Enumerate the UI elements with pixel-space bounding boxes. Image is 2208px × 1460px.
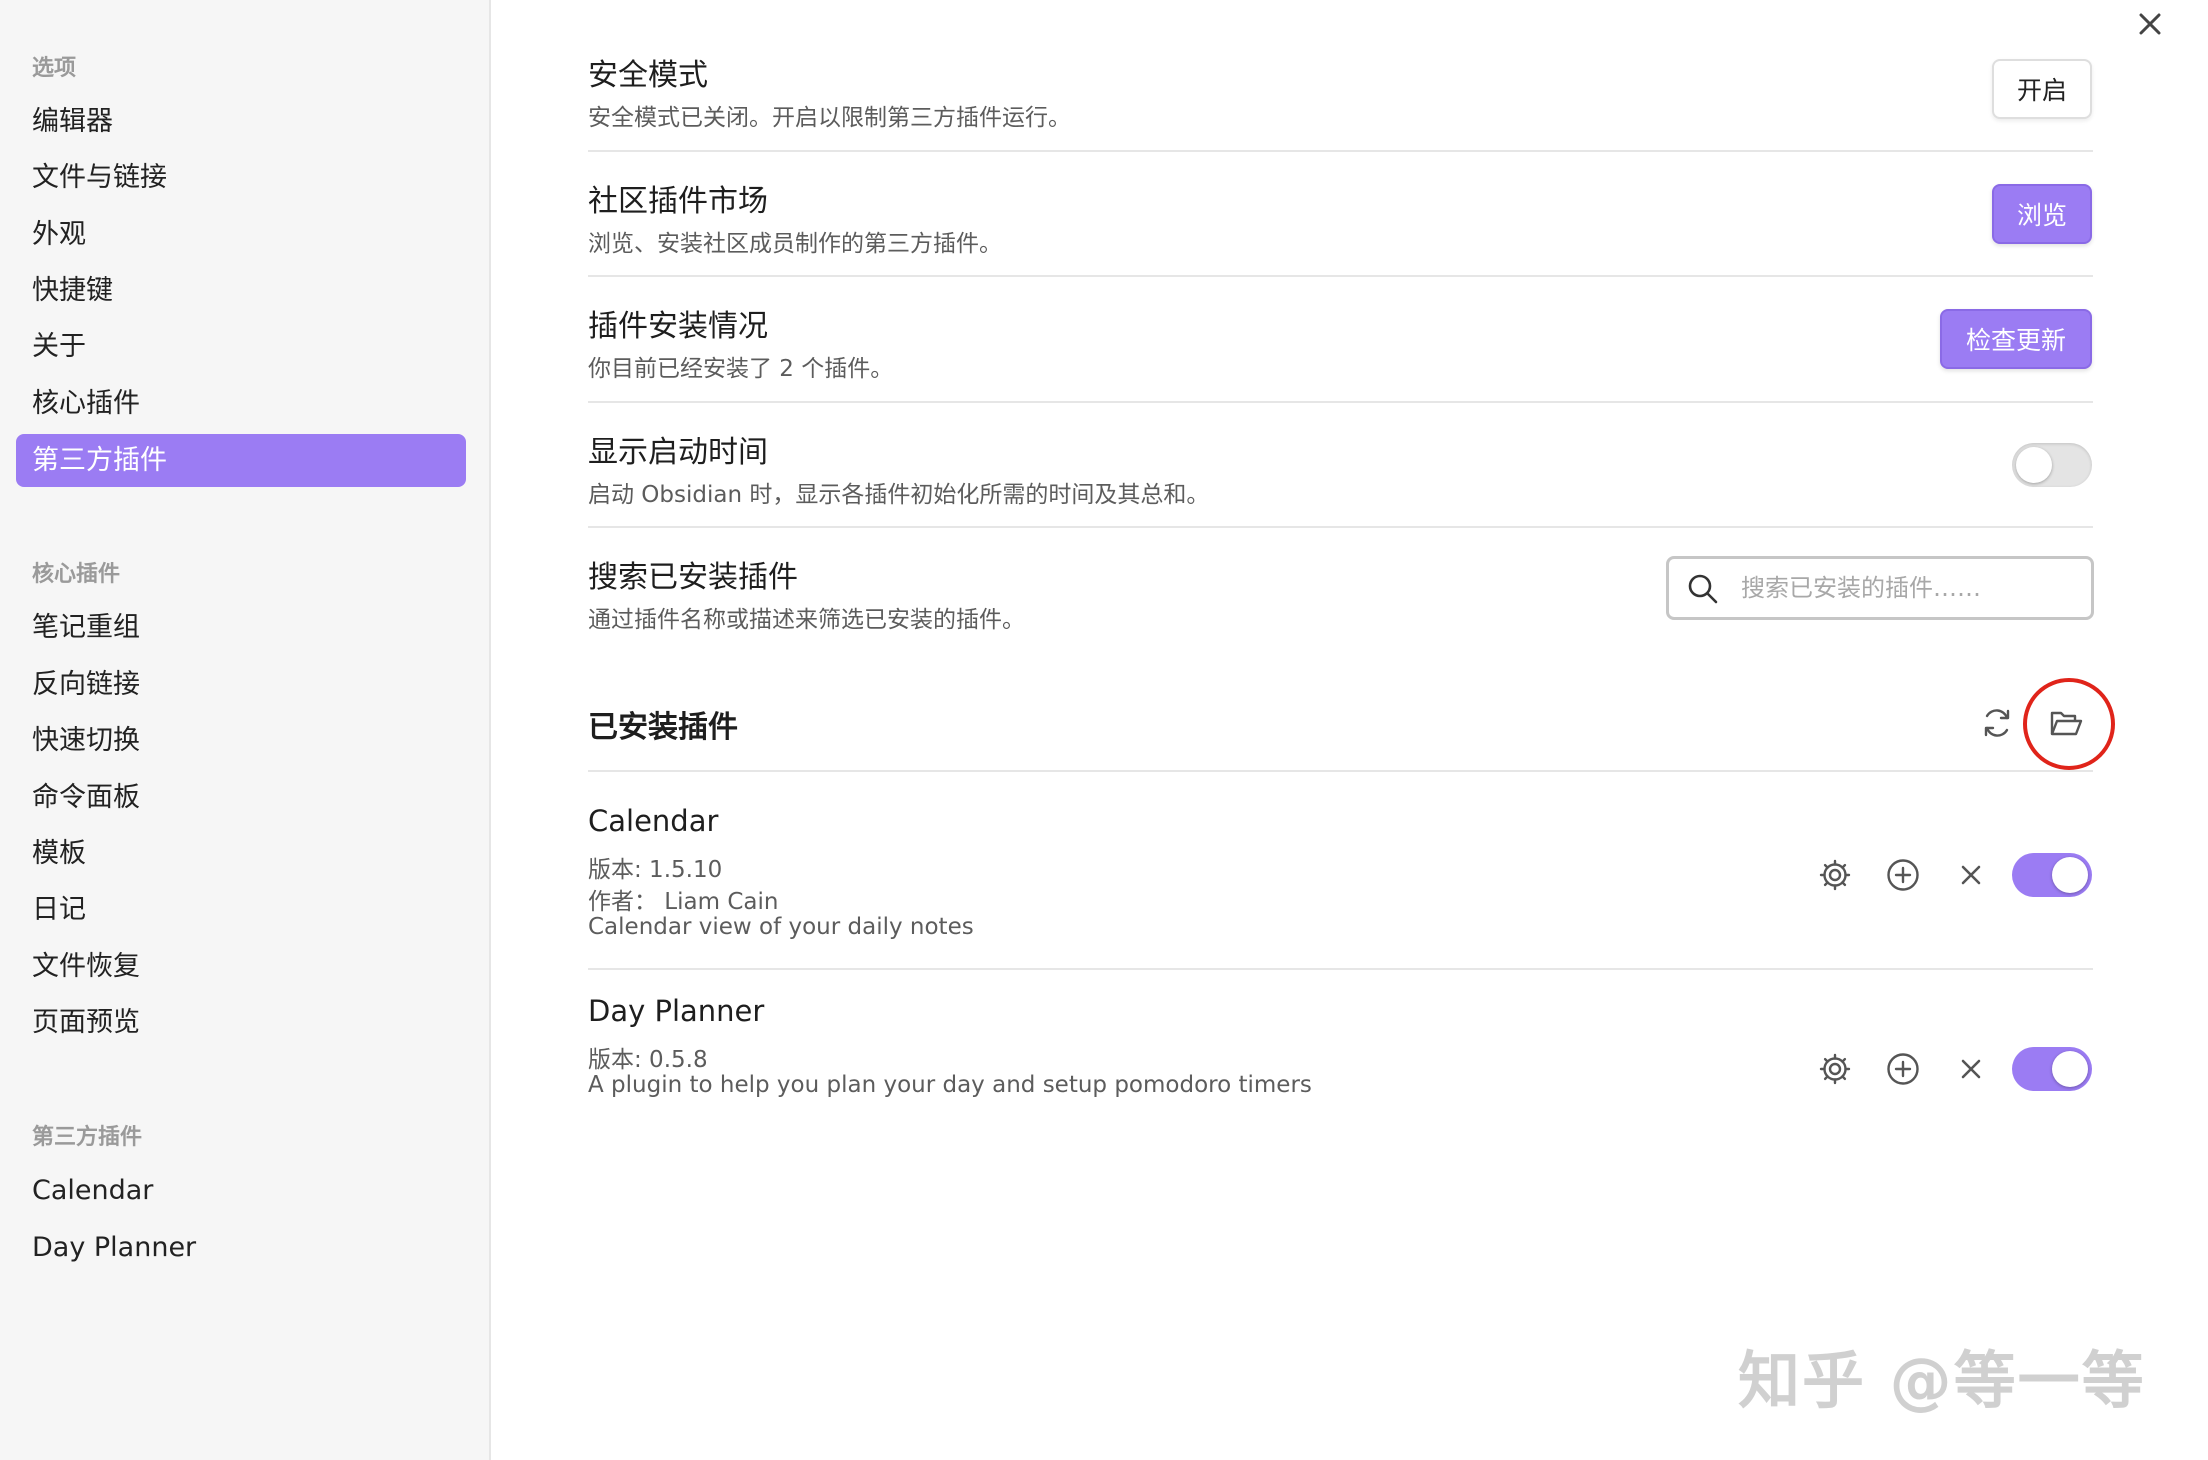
plugin-uninstall-button[interactable]: [1949, 853, 1993, 897]
sidebar-item-file-recovery[interactable]: 文件恢复: [16, 940, 466, 993]
sidebar-item-hotkeys[interactable]: 快捷键: [16, 264, 466, 317]
sidebar-item-files-links[interactable]: 文件与链接: [16, 151, 466, 204]
setting-description: 浏览、安装社区成员制作的第三方插件。: [588, 231, 1002, 257]
setting-name: 显示启动时间: [588, 435, 768, 470]
sidebar-item-quick-switcher[interactable]: 快速切换: [16, 714, 466, 767]
plus-circle-icon: [1887, 1053, 1919, 1085]
sidebar-heading-options: 选项: [32, 56, 77, 81]
setting-name: 社区插件市场: [588, 184, 768, 219]
reload-plugins-button[interactable]: [1975, 701, 2019, 745]
plugin-add-hotkey-button[interactable]: [1881, 853, 1925, 897]
setting-description: 启动 Obsidian 时，显示各插件初始化所需的时间及其总和。: [588, 482, 1210, 508]
toggle-knob: [2052, 1051, 2088, 1087]
close-button[interactable]: [2130, 4, 2170, 44]
plugin-enable-toggle[interactable]: [2012, 853, 2092, 897]
sidebar-item-day-planner[interactable]: Day Planner: [16, 1221, 466, 1274]
settings-sidebar: 选项 编辑器 文件与链接 外观 快捷键 关于 核心插件 第三方插件 核心插件 笔…: [0, 0, 491, 1460]
plugin-search-input[interactable]: [1741, 565, 2081, 611]
annotation-highlight-circle: [2023, 678, 2115, 770]
plugin-author: 作者： Liam Cain: [588, 889, 779, 915]
sidebar-heading-community-plugins: 第三方插件: [32, 1125, 143, 1150]
plugin-description: Calendar view of your daily notes: [588, 914, 974, 940]
setting-installed-status: 插件安装情况 你目前已经安装了 2 个插件。 检查更新: [588, 277, 2093, 403]
setting-community-market: 社区插件市场 浏览、安装社区成员制作的第三方插件。 浏览: [588, 152, 2093, 277]
setting-name: 搜索已安装插件: [588, 560, 798, 595]
plugin-uninstall-button[interactable]: [1949, 1047, 1993, 1091]
installed-plugins-title: 已安装插件: [588, 710, 738, 745]
sidebar-item-backlinks[interactable]: 反向链接: [16, 658, 466, 711]
gear-icon: [1819, 1053, 1851, 1085]
browse-button[interactable]: 浏览: [1992, 184, 2092, 244]
setting-description: 安全模式已关闭。开启以限制第三方插件运行。: [588, 105, 1071, 131]
setting-name: 插件安装情况: [588, 309, 768, 344]
plugin-search-box: [1666, 556, 2094, 620]
plugin-version: 版本: 1.5.10: [588, 857, 723, 883]
sidebar-item-core-plugins[interactable]: 核心插件: [16, 377, 466, 430]
toggle-knob: [2016, 447, 2052, 483]
sidebar-item-command-palette[interactable]: 命令面板: [16, 771, 466, 824]
check-updates-button[interactable]: 检查更新: [1940, 309, 2092, 369]
toggle-knob: [2052, 857, 2088, 893]
startup-time-toggle[interactable]: [2012, 443, 2092, 487]
setting-startup-time: 显示启动时间 启动 Obsidian 时，显示各插件初始化所需的时间及其总和。: [588, 403, 2093, 528]
sidebar-item-daily-notes[interactable]: 日记: [16, 883, 466, 936]
plus-circle-icon: [1887, 859, 1919, 891]
plugin-name: Calendar: [588, 804, 719, 838]
sidebar-item-editor[interactable]: 编辑器: [16, 95, 466, 148]
plugin-settings-button[interactable]: [1813, 853, 1857, 897]
close-icon: [2139, 13, 2161, 35]
plugin-item-calendar: Calendar 版本: 1.5.10 作者： Liam Cain Calend…: [588, 772, 2093, 970]
sidebar-heading-core-plugins: 核心插件: [32, 562, 121, 587]
sidebar-item-community-plugins[interactable]: 第三方插件: [16, 434, 466, 487]
watermark: 知乎 @等一等: [1738, 1344, 2146, 1417]
plugin-version: 版本: 0.5.8: [588, 1047, 708, 1073]
sidebar-item-calendar[interactable]: Calendar: [16, 1164, 466, 1217]
plugin-add-hotkey-button[interactable]: [1881, 1047, 1925, 1091]
x-icon: [1961, 1059, 1981, 1079]
reload-icon: [1984, 709, 2010, 737]
setting-safe-mode: 安全模式 安全模式已关闭。开启以限制第三方插件运行。 开启: [588, 40, 2093, 152]
setting-description: 你目前已经安装了 2 个插件。: [588, 356, 894, 382]
plugin-enable-toggle[interactable]: [2012, 1047, 2092, 1091]
plugin-settings-button[interactable]: [1813, 1047, 1857, 1091]
sidebar-item-page-preview[interactable]: 页面预览: [16, 996, 466, 1049]
sidebar-item-templates[interactable]: 模板: [16, 827, 466, 880]
plugin-description: A plugin to help you plan your day and s…: [588, 1072, 1312, 1098]
search-icon: [1688, 574, 1718, 604]
x-icon: [1961, 865, 1981, 885]
setting-name: 安全模式: [588, 58, 708, 93]
plugin-name: Day Planner: [588, 994, 765, 1028]
sidebar-item-appearance[interactable]: 外观: [16, 208, 466, 261]
settings-window: 选项 编辑器 文件与链接 外观 快捷键 关于 核心插件 第三方插件 核心插件 笔…: [0, 0, 2208, 1460]
plugin-item-day-planner: Day Planner 版本: 0.5.8 A plugin to help y…: [588, 970, 2093, 1130]
sidebar-item-about[interactable]: 关于: [16, 320, 466, 373]
safe-mode-toggle-button[interactable]: 开启: [1992, 59, 2092, 119]
gear-icon: [1819, 859, 1851, 891]
setting-description: 通过插件名称或描述来筛选已安装的插件。: [588, 607, 1025, 633]
sidebar-item-note-composer[interactable]: 笔记重组: [16, 601, 466, 654]
